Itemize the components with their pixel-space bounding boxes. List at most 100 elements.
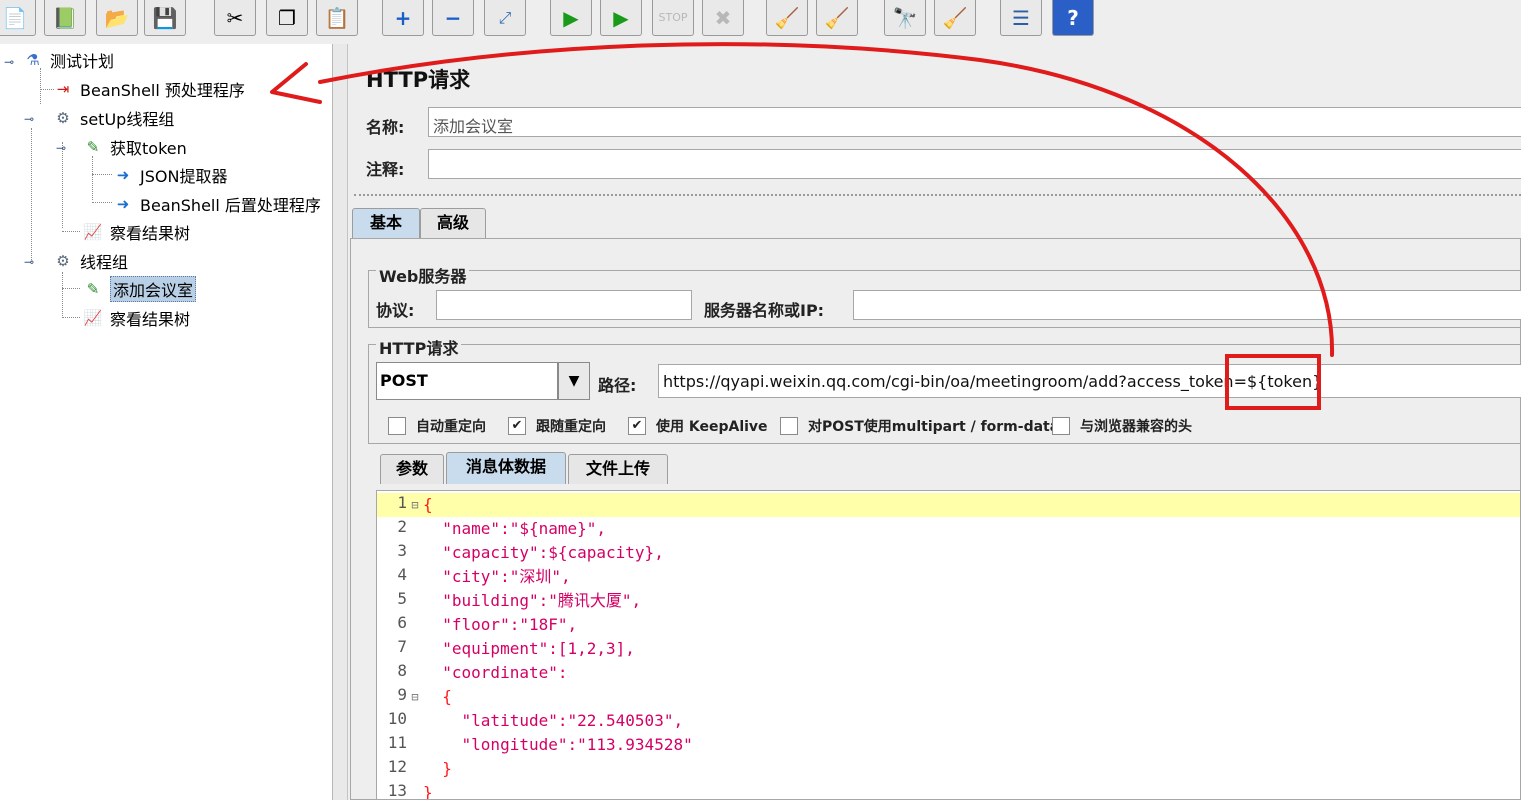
code-line: 9 ⊟ { — [377, 685, 1520, 709]
postprocessor-icon: ➜ — [116, 166, 130, 184]
toolbar: 📄 📗 📂 💾 ✂ ❐ 📋 + − ⤢ ▶ ▶ STOP ✖ 🧹 🧹 🔭 🧹 ☰… — [0, 0, 1521, 45]
method-select[interactable]: POST — [376, 362, 558, 400]
cut-icon[interactable]: ✂ — [214, 0, 256, 36]
tree-item-beanshell-pre[interactable]: ⇥ BeanShell 预处理程序 — [52, 77, 245, 101]
checkbox-browser-headers[interactable]: 与浏览器兼容的头 — [1052, 416, 1192, 436]
reset-search-icon[interactable]: 🧹 — [934, 0, 976, 36]
checkbox-box[interactable] — [1052, 417, 1070, 435]
code-text: "longitude":"113.934528" — [423, 735, 693, 754]
thread-group-gear-icon: ⚙ — [56, 109, 70, 127]
checkbox-box[interactable] — [780, 417, 798, 435]
stop-icon[interactable]: STOP — [652, 0, 694, 36]
toggle-icon[interactable]: ⤢ — [484, 0, 526, 36]
thread-group-gear-icon: ⚙ — [56, 252, 70, 270]
save-icon[interactable]: 💾 — [144, 0, 186, 36]
new-icon[interactable]: 📄 — [0, 0, 36, 36]
tree-item-get-token[interactable]: ✎ 获取token — [82, 135, 187, 159]
tree-item-label: 察看结果树 — [110, 310, 191, 329]
get-token-expand-handle[interactable]: ⊸ — [56, 141, 66, 155]
code-line: 10 "latitude":"22.540503", — [377, 709, 1520, 733]
checkbox-label: 使用 KeepAlive — [656, 419, 768, 435]
line-number: 5 — [397, 589, 407, 608]
path-field[interactable]: https://qyapi.weixin.qq.com/cgi-bin/oa/m… — [658, 364, 1521, 398]
start-no-pause-icon[interactable]: ▶ — [600, 0, 642, 36]
thread-group-expand-handle[interactable]: ⊸ — [24, 255, 34, 269]
checkbox-label: 与浏览器兼容的头 — [1080, 419, 1192, 435]
tree-item-label: BeanShell 预处理程序 — [80, 81, 245, 100]
postprocessor-icon: ➜ — [116, 195, 130, 213]
path-label: 路径: — [598, 376, 637, 395]
open-icon[interactable]: 📂 — [96, 0, 138, 36]
checkbox-label: 跟随重定向 — [536, 419, 606, 435]
splitter[interactable] — [333, 44, 348, 800]
tree-item-results-tree[interactable]: 📈 察看结果树 — [82, 220, 190, 244]
checkbox-auto-redirect[interactable]: 自动重定向 — [388, 416, 486, 436]
tab-body-data[interactable]: 消息体数据 — [446, 452, 566, 484]
tree-item-setup-group[interactable]: ⚙ setUp线程组 — [52, 106, 174, 130]
setup-group-expand-handle[interactable]: ⊸ — [24, 112, 34, 126]
code-text: "capacity":${capacity}, — [423, 543, 664, 562]
code-text: "city":"深圳", — [423, 567, 571, 586]
tab-basic[interactable]: 基本 — [352, 208, 420, 238]
tree-item-label: 线程组 — [80, 253, 129, 272]
body-data-editor[interactable]: 1 ⊟ { 2 "name":"${name}", 3 "capacity":$… — [376, 490, 1521, 800]
function-helper-icon[interactable]: ☰ — [1000, 0, 1042, 36]
server-field[interactable] — [853, 290, 1521, 320]
tab-advanced[interactable]: 高级 — [420, 208, 486, 238]
code-text: { — [423, 495, 433, 514]
code-text: "equipment":[1,2,3], — [423, 639, 635, 658]
line-number: 1 — [397, 493, 407, 512]
comment-field[interactable] — [428, 149, 1521, 179]
tree-item-results-tree[interactable]: 📈 察看结果树 — [82, 306, 190, 330]
copy-icon[interactable]: ❐ — [266, 0, 308, 36]
tree-item-beanshell-post[interactable]: ➜ BeanShell 后置处理程序 — [112, 192, 321, 216]
protocol-field[interactable] — [436, 290, 692, 320]
checkbox-box[interactable] — [388, 417, 406, 435]
root-expand-handle[interactable]: ⊸ — [4, 55, 14, 69]
clear-icon[interactable]: 🧹 — [766, 0, 808, 36]
tab-parameters[interactable]: 参数 — [380, 454, 444, 484]
shutdown-icon[interactable]: ✖ — [702, 0, 744, 36]
code-text: "floor":"18F", — [423, 615, 578, 634]
search-icon[interactable]: 🔭 — [884, 0, 926, 36]
code-line: 5 "building":"腾讯大厦", — [377, 589, 1520, 613]
tree-item-json-extractor[interactable]: ➜ JSON提取器 — [112, 163, 228, 187]
checkbox-follow-redirect[interactable]: ✔ 跟随重定向 — [508, 416, 606, 436]
line-number: 10 — [387, 709, 407, 728]
test-plan-icon: ⚗ — [26, 51, 40, 69]
panel-title: HTTP请求 — [366, 68, 471, 92]
code-line: 13 } — [377, 781, 1520, 799]
fold-icon[interactable]: ⊟ — [407, 493, 423, 517]
code-text: "coordinate": — [423, 663, 568, 682]
paste-icon[interactable]: 📋 — [316, 0, 358, 36]
tree-item-add-room[interactable]: ✎ 添加会议室 — [82, 276, 197, 302]
tree-item-thread-group[interactable]: ⚙ 线程组 — [52, 249, 128, 273]
protocol-label: 协议: — [376, 301, 415, 320]
checkbox-multipart[interactable]: 对POST使用multipart / form-data — [780, 416, 1059, 436]
chevron-down-icon[interactable]: ▼ — [558, 362, 590, 400]
checkbox-box[interactable]: ✔ — [508, 417, 526, 435]
start-icon[interactable]: ▶ — [550, 0, 592, 36]
name-field[interactable]: 添加会议室 — [428, 107, 1521, 137]
tree-item-test-plan[interactable]: ⚗ 测试计划 — [22, 48, 114, 72]
code-line: 3 "capacity":${capacity}, — [377, 541, 1520, 565]
test-plan-tree: ⊸ ⚗ 测试计划 ⇥ BeanShell 预处理程序 ⊸ ⚙ setUp线程组 … — [0, 44, 333, 800]
collapse-icon[interactable]: − — [432, 0, 474, 36]
expand-icon[interactable]: + — [382, 0, 424, 36]
help-icon[interactable]: ? — [1052, 0, 1094, 36]
checkbox-box[interactable]: ✔ — [628, 417, 646, 435]
http-request-title: HTTP请求 — [376, 335, 462, 359]
templates-icon[interactable]: 📗 — [44, 0, 86, 36]
code-text: "latitude":"22.540503", — [423, 711, 684, 730]
tab-file-upload[interactable]: 文件上传 — [568, 454, 668, 484]
checkbox-keepalive[interactable]: ✔ 使用 KeepAlive — [628, 416, 768, 436]
line-number: 8 — [397, 661, 407, 680]
comment-label: 注释: — [366, 160, 405, 179]
clear-all-icon[interactable]: 🧹 — [816, 0, 858, 36]
fold-icon[interactable]: ⊟ — [407, 685, 423, 709]
line-number: 3 — [397, 541, 407, 560]
code-line: 2 "name":"${name}", — [377, 517, 1520, 541]
line-number: 4 — [397, 565, 407, 584]
tree-item-label: 测试计划 — [50, 52, 115, 71]
tree-item-label: BeanShell 后置处理程序 — [140, 196, 321, 215]
